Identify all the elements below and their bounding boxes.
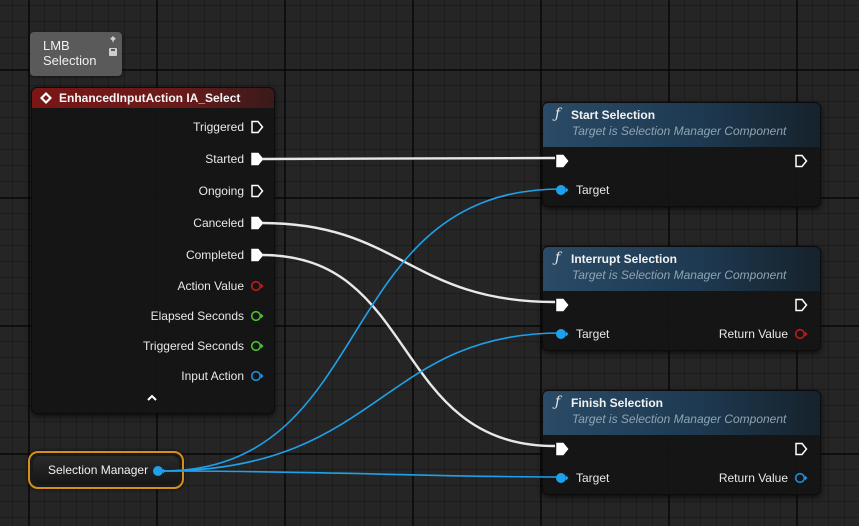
function-subtitle: Target is Selection Manager Component <box>572 412 787 426</box>
pin-completed[interactable]: Completed <box>186 247 264 263</box>
return-value-pin-icon[interactable] <box>794 327 808 341</box>
exec-pin-icon[interactable] <box>250 152 264 166</box>
pin-label: Ongoing <box>198 184 244 198</box>
enhanced-input-action-node[interactable]: EnhancedInputAction IA_Select Triggered … <box>31 87 275 414</box>
return-value-label: Return Value <box>718 327 788 341</box>
exec-pin-icon[interactable] <box>250 120 264 134</box>
pin-label: Completed <box>185 248 244 262</box>
function-node-header[interactable]: ƒ Start Selection Target is Selection Ma… <box>543 103 820 147</box>
exec-pin-icon[interactable] <box>250 248 264 262</box>
target-pin-icon[interactable] <box>555 183 569 197</box>
object-pin-icon[interactable] <box>250 369 264 383</box>
function-icon: ƒ <box>555 394 561 410</box>
pin-label: Started <box>205 152 244 166</box>
comment-text: LMB Selection <box>43 38 97 68</box>
event-diamond-icon <box>40 92 52 104</box>
pin-started[interactable]: Started <box>205 151 264 167</box>
exec-out-pin-icon[interactable] <box>794 298 808 312</box>
function-icon: ƒ <box>555 250 561 266</box>
pin-label: Input Action <box>181 369 244 383</box>
function-node-header[interactable]: ƒ Finish Selection Target is Selection M… <box>543 391 820 435</box>
pin-label: Triggered <box>193 120 244 134</box>
target-label: Target <box>576 327 610 341</box>
function-node-header[interactable]: ƒ Interrupt Selection Target is Selectio… <box>543 247 820 291</box>
return-value-label: Return Value <box>718 471 788 485</box>
function-subtitle: Target is Selection Manager Component <box>572 268 787 282</box>
pin-triggered[interactable]: Triggered <box>193 119 264 135</box>
wire-canceled-to-interrupt-selection[interactable] <box>261 221 556 304</box>
function-icon: ƒ <box>555 106 561 122</box>
target-pin-icon[interactable] <box>555 471 569 485</box>
function-subtitle: Target is Selection Manager Component <box>572 124 787 138</box>
comment-bubble[interactable]: LMB Selection <box>30 32 122 76</box>
exec-in-pin-icon[interactable] <box>555 298 569 312</box>
bubble-icon[interactable] <box>108 47 118 57</box>
pin-label: Action Value <box>177 279 245 293</box>
pin-action-value[interactable]: Action Value <box>178 278 265 294</box>
object-out-pin-icon[interactable] <box>152 464 166 478</box>
exec-pin-icon[interactable] <box>250 184 264 198</box>
pin-input-action[interactable]: Input Action <box>181 368 264 384</box>
target-pin-icon[interactable] <box>555 327 569 341</box>
chevron-up-icon[interactable] <box>146 393 158 403</box>
exec-in-pin-icon[interactable] <box>555 442 569 456</box>
pin-icon[interactable] <box>108 35 118 45</box>
selection-manager-variable-node[interactable]: Selection Manager <box>28 451 184 489</box>
exec-out-pin-icon[interactable] <box>794 154 808 168</box>
wire-completed-to-finish-selection[interactable] <box>261 253 556 448</box>
pin-label: Triggered Seconds <box>143 339 244 353</box>
wire-started-to-start-selection[interactable] <box>261 156 556 161</box>
function-title: Interrupt Selection <box>571 252 678 266</box>
pin-elapsed-seconds[interactable]: Elapsed Seconds <box>151 308 264 324</box>
pin-canceled[interactable]: Canceled <box>193 215 264 231</box>
exec-in-pin-icon[interactable] <box>555 154 569 168</box>
target-label: Target <box>576 183 610 197</box>
pin-ongoing[interactable]: Ongoing <box>199 183 264 199</box>
event-node-header[interactable]: EnhancedInputAction IA_Select <box>32 88 274 108</box>
function-node-start-selection[interactable]: ƒ Start Selection Target is Selection Ma… <box>542 102 821 207</box>
pin-label: Elapsed Seconds <box>150 309 244 323</box>
float-pin-icon[interactable] <box>250 339 264 353</box>
float-pin-icon[interactable] <box>250 309 264 323</box>
pin-label: Canceled <box>193 216 244 230</box>
exec-pin-icon[interactable] <box>250 216 264 230</box>
struct-pin-icon[interactable] <box>250 279 264 293</box>
return-value-pin-icon[interactable] <box>794 471 808 485</box>
exec-out-pin-icon[interactable] <box>794 442 808 456</box>
function-title: Start Selection <box>571 108 656 122</box>
pin-triggered-seconds[interactable]: Triggered Seconds <box>143 338 264 354</box>
event-node-title: EnhancedInputAction IA_Select <box>59 91 241 105</box>
target-label: Target <box>576 471 610 485</box>
wire-manager-to-finish-target[interactable] <box>161 470 562 478</box>
function-title: Finish Selection <box>571 396 664 410</box>
function-node-interrupt-selection[interactable]: ƒ Interrupt Selection Target is Selectio… <box>542 246 821 351</box>
function-node-finish-selection[interactable]: ƒ Finish Selection Target is Selection M… <box>542 390 821 495</box>
variable-label: Selection Manager <box>48 463 149 477</box>
